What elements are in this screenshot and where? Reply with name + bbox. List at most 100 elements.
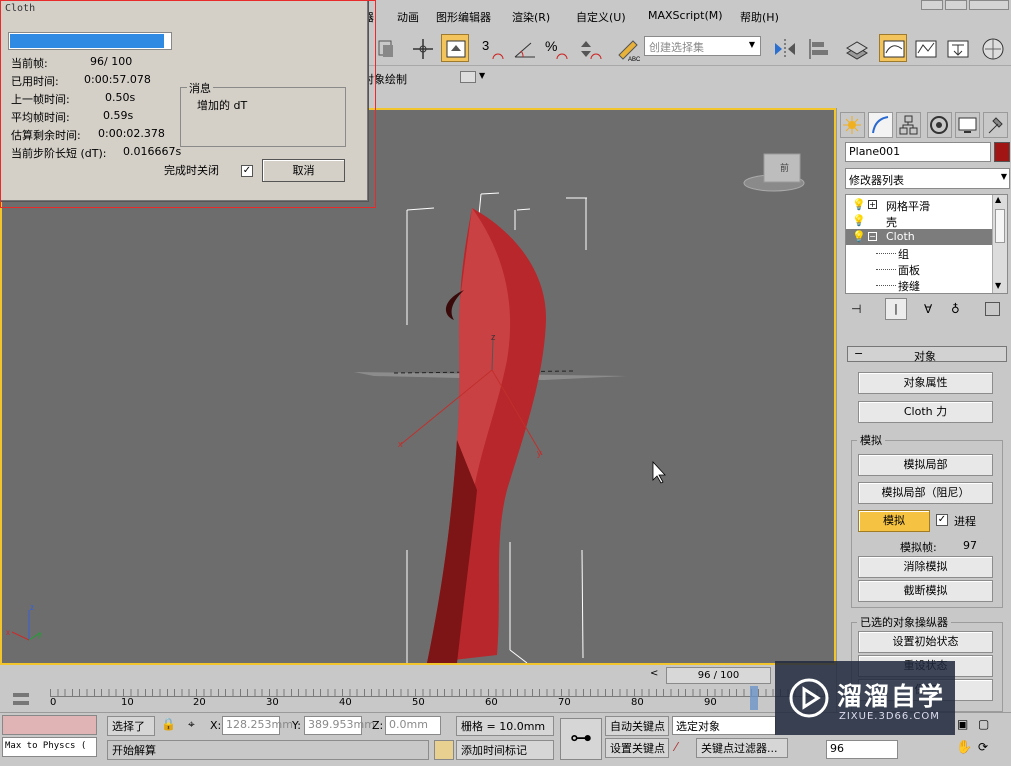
scroll-up-icon[interactable]: ▲ — [995, 195, 1001, 204]
display-tab-icon[interactable] — [955, 112, 980, 138]
truncate-simulation-button[interactable]: 截断模拟 — [858, 580, 993, 602]
object-color-swatch[interactable] — [994, 142, 1010, 162]
menu-customize[interactable]: 自定义(U) — [576, 9, 626, 25]
stack-item-shell[interactable]: 💡 壳 — [846, 213, 993, 229]
paint-options-icon[interactable] — [460, 71, 476, 83]
menu-maxscript[interactable]: MAXScript(M) — [648, 9, 723, 22]
create-tab-icon[interactable] — [840, 112, 865, 138]
stack-item-meshsmooth[interactable]: 💡 + 网格平滑 — [846, 197, 993, 213]
lightbulb-icon[interactable]: 💡 — [852, 230, 866, 243]
object-rollout-header[interactable]: − 对象 — [847, 346, 1007, 363]
menu-rendering[interactable]: 渲染(R) — [512, 9, 550, 25]
x-label: X: — [210, 719, 222, 732]
utilities-tab-icon[interactable] — [983, 112, 1008, 138]
motion-tab-icon[interactable] — [927, 112, 952, 138]
orbit-icon[interactable]: ⟳ — [978, 740, 988, 754]
time-tag-icon[interactable] — [434, 740, 454, 760]
z-coordinate-field[interactable]: 0.0mm — [385, 716, 441, 735]
stack-subitem-group[interactable]: 组 — [846, 245, 993, 261]
prev-frame-icon[interactable]: < — [650, 668, 658, 679]
key-filters-button[interactable]: 关键点过滤器... — [696, 738, 788, 758]
zoom-all-icon[interactable]: ▢ — [978, 717, 989, 731]
maximize-button[interactable] — [945, 0, 967, 10]
align-icon[interactable] — [803, 34, 831, 62]
close-window-button[interactable] — [969, 0, 1009, 10]
select-rotate-icon[interactable] — [441, 34, 469, 62]
mirror-icon[interactable] — [770, 34, 798, 62]
curve-editor-icon[interactable] — [879, 34, 907, 62]
chevron-down-icon[interactable]: ▼ — [479, 71, 485, 80]
object-name-field[interactable]: Plane001 — [845, 142, 991, 162]
zoom-extents-icon[interactable]: ▣ — [957, 717, 968, 731]
render-setup-icon[interactable] — [978, 34, 1006, 62]
schematic-view-icon[interactable] — [911, 34, 939, 62]
track-bar[interactable]: 0 10 20 30 40 50 60 70 80 90 — [0, 686, 836, 712]
stack-scrollbar[interactable]: ▲ ▼ — [992, 195, 1007, 293]
key-icon[interactable]: ⊶ — [560, 718, 602, 760]
simulate-local-button[interactable]: 模拟局部 — [858, 454, 993, 476]
default-tangent-icon[interactable]: ⁄ — [675, 740, 677, 754]
cloth-forces-button[interactable]: Cloth 力 — [858, 401, 993, 423]
viewcube-label[interactable]: 前 — [780, 161, 789, 174]
current-frame-field[interactable]: 96 — [826, 740, 898, 759]
erase-simulation-button[interactable]: 消除模拟 — [858, 556, 993, 578]
lock-icon[interactable]: 🔒 — [161, 717, 176, 731]
hierarchy-tab-icon[interactable] — [896, 112, 921, 138]
percent-snap-icon[interactable]: % — [541, 34, 569, 62]
x-coordinate-field[interactable]: 128.253mm — [222, 716, 293, 735]
set-initial-state-button[interactable]: 设置初始状态 — [858, 631, 993, 653]
y-coordinate-field[interactable]: 389.953mm — [304, 716, 375, 735]
add-time-tag-button[interactable]: 添加时间标记 — [456, 740, 554, 760]
stack-subitem-panel[interactable]: 面板 — [846, 261, 993, 277]
collapse-minus-icon[interactable]: − — [868, 232, 877, 241]
expand-plus-icon[interactable]: + — [868, 200, 877, 209]
named-selection-dropdown[interactable]: 创建选择集 ▼ — [644, 36, 761, 56]
make-unique-icon[interactable]: ∀ — [924, 302, 932, 316]
svg-text:3: 3 — [482, 38, 489, 53]
set-key-button[interactable]: 设置关键点 — [605, 738, 669, 758]
layer-manager-icon[interactable] — [842, 34, 870, 62]
stack-item-cloth[interactable]: 💡 − Cloth — [846, 229, 993, 245]
z-label: Z: — [372, 719, 384, 732]
tick-label: 60 — [485, 697, 498, 708]
lightbulb-icon[interactable]: 💡 — [852, 214, 866, 227]
stack-item-label: 接缝 — [898, 280, 920, 293]
pin-stack-icon[interactable]: ⊣ — [851, 302, 861, 316]
mini-curve-editor-icon[interactable] — [8, 690, 34, 710]
stack-subitem-seam[interactable]: 接缝 — [846, 277, 993, 293]
auto-key-button[interactable]: 自动关键点 — [605, 716, 669, 736]
snap-3-icon[interactable]: 3 — [478, 34, 506, 62]
selected-manip-group-title: 已选的对象操纵器 — [857, 614, 951, 630]
current-frame-marker[interactable] — [750, 686, 758, 710]
select-object-icon[interactable] — [372, 34, 400, 62]
modifier-list-dropdown[interactable]: 修改器列表 ▼ — [845, 168, 1010, 189]
absolute-mode-icon[interactable]: ⌖ — [188, 717, 195, 732]
scroll-down-icon[interactable]: ▼ — [995, 281, 1001, 290]
watermark-name: 溜溜自学 — [837, 682, 946, 711]
angle-snap-icon[interactable] — [510, 34, 538, 62]
remove-modifier-icon[interactable]: ♁ — [951, 302, 960, 316]
pan-hand-icon[interactable]: ✋ — [956, 740, 972, 755]
spinner-snap-icon[interactable] — [574, 34, 602, 62]
scroll-thumb[interactable] — [995, 209, 1005, 243]
timeline-ruler[interactable] — [50, 689, 830, 697]
named-selection-icon[interactable]: ABC — [614, 34, 642, 63]
time-slider-thumb[interactable]: 96 / 100 — [666, 667, 771, 684]
menu-animation[interactable]: 动画 — [397, 9, 419, 25]
key-mode-selector[interactable]: 选定对象 — [672, 716, 776, 735]
simulate-button[interactable]: 模拟 — [858, 510, 930, 532]
object-properties-button[interactable]: 对象属性 — [858, 372, 993, 394]
modify-tab-icon[interactable] — [868, 112, 893, 138]
minimize-button[interactable] — [921, 0, 943, 10]
maxscript-listener-field[interactable] — [2, 715, 97, 735]
maxscript-output[interactable]: Max to Physcs ( — [2, 737, 97, 757]
select-move-icon[interactable] — [408, 34, 436, 62]
menu-help[interactable]: 帮助(H) — [740, 9, 779, 25]
progress-checkbox[interactable]: ✓ — [936, 514, 948, 526]
simulate-local-damped-button[interactable]: 模拟局部（阻尼） — [858, 482, 993, 504]
configure-sets-icon[interactable] — [985, 302, 1000, 316]
material-editor-icon[interactable] — [943, 34, 971, 62]
lightbulb-icon[interactable]: 💡 — [852, 198, 866, 211]
menu-graph-editors[interactable]: 图形编辑器 — [436, 9, 491, 25]
show-end-result-icon[interactable]: | — [885, 298, 907, 320]
